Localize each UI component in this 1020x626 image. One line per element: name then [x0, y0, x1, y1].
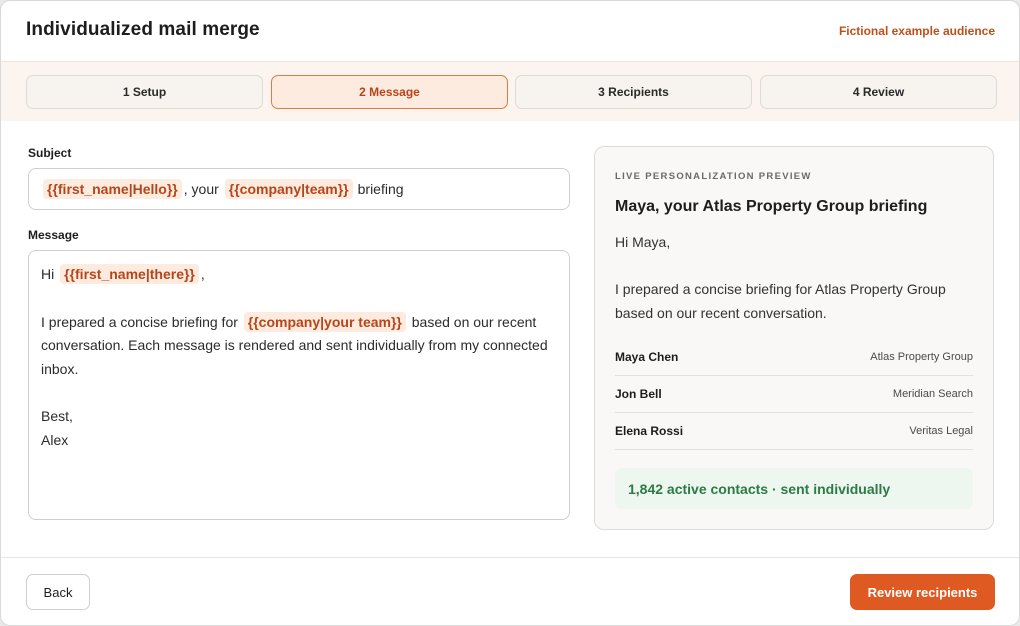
subject-label: Subject	[28, 146, 72, 160]
list-item: Jon Bell Meridian Search	[615, 376, 973, 413]
list-item: Maya Chen Atlas Property Group	[615, 339, 973, 376]
review-recipients-button[interactable]: Review recipients	[850, 574, 995, 610]
message-text: ,	[200, 266, 205, 282]
message-field[interactable]: Hi {{first_name|there}}, I prepared a co…	[28, 250, 570, 520]
page-title: Individualized mail merge	[26, 19, 260, 40]
recipient-name: Jon Bell	[615, 387, 662, 401]
merge-tag-company: {{company|team}}	[224, 179, 353, 199]
recipient-name: Maya Chen	[615, 350, 679, 364]
message-signature: Alex	[41, 431, 69, 448]
recipient-list: Maya Chen Atlas Property Group Jon Bell …	[615, 339, 973, 450]
back-button[interactable]: Back	[26, 574, 90, 610]
tab-review[interactable]: 4 Review	[760, 75, 997, 109]
recipient-name: Elena Rossi	[615, 424, 684, 438]
preview-body: I prepared a concise briefing for Atlas …	[615, 281, 946, 321]
step-tabs: 1 Setup 2 Message 3 Recipients 4 Review	[1, 61, 1019, 121]
preview-greeting: Hi Maya,	[615, 234, 671, 250]
subject-field[interactable]: {{first_name|Hello}} , your {{company|te…	[28, 168, 570, 210]
message-paragraph: I prepared a concise briefing for {{comp…	[41, 311, 557, 382]
subject-text: , your	[183, 181, 219, 197]
message-text: I prepared a concise briefing for	[41, 313, 238, 330]
header: Individualized mail merge Fictional exam…	[1, 1, 1019, 61]
merge-tag-company: {{company|your team}}	[243, 311, 406, 332]
merge-tag-first-name: {{first_name|there}}	[60, 264, 199, 284]
message-signoff: Best,	[41, 408, 73, 424]
recipient-company: Atlas Property Group	[870, 351, 973, 363]
contact-count-badge: 1,842 active contacts · sent individuall…	[615, 468, 973, 509]
footer: Back Review recipients	[1, 557, 1019, 625]
tab-message[interactable]: 2 Message	[271, 75, 508, 109]
recipient-company: Veritas Legal	[909, 425, 973, 437]
preview-eyebrow: LIVE PERSONALIZATION PREVIEW	[615, 171, 812, 182]
preview-subject: Maya, your Atlas Property Group briefing	[615, 198, 928, 215]
message-text: Hi	[41, 266, 55, 282]
audience-note: Fictional example audience	[838, 24, 995, 38]
subject-text: briefing	[357, 181, 404, 197]
message-label: Message	[28, 228, 79, 242]
merge-tag-first-name: {{first_name|Hello}}	[43, 179, 182, 199]
mail-merge-window: Individualized mail merge Fictional exam…	[0, 0, 1020, 626]
tab-recipients[interactable]: 3 Recipients	[515, 75, 752, 109]
message-line: Hi {{first_name|there}},	[41, 263, 557, 287]
tab-setup[interactable]: 1 Setup	[26, 75, 263, 109]
recipient-company: Meridian Search	[892, 388, 973, 400]
personalization-preview: LIVE PERSONALIZATION PREVIEW Maya, your …	[594, 146, 994, 530]
list-item: Elena Rossi Veritas Legal	[615, 413, 973, 450]
